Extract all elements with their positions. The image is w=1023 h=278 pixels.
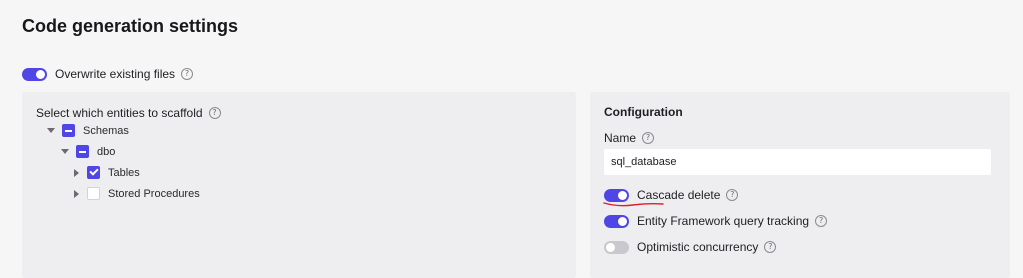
toggle-knob [606, 242, 615, 252]
chevron-right-icon[interactable] [74, 189, 79, 198]
toggle-knob [618, 216, 627, 226]
tree-node-label: Tables [108, 166, 140, 179]
entities-panel: Select which entities to scaffold ? Sche… [22, 92, 576, 278]
ef-tracking-label: Entity Framework query tracking [637, 214, 810, 228]
red-underline-annotation [603, 202, 664, 207]
question-circle-icon[interactable]: ? [764, 241, 777, 253]
name-input[interactable] [604, 149, 991, 175]
tree-node-stored-procedures[interactable]: Stored Procedures [72, 187, 200, 200]
optimistic-concurrency-toggle[interactable] [604, 240, 629, 254]
optimistic-concurrency-label: Optimistic concurrency [637, 240, 759, 254]
schemas-checkbox[interactable] [62, 124, 75, 137]
page-title: Code generation settings [22, 16, 239, 36]
optimistic-concurrency-setting: Optimistic concurrency ? [604, 240, 777, 254]
tables-checkbox[interactable] [87, 166, 100, 179]
overwrite-label: Overwrite existing files [55, 67, 176, 81]
question-circle-icon[interactable]: ? [642, 132, 655, 144]
chevron-down-icon[interactable] [47, 128, 55, 133]
name-label-text: Name [604, 131, 637, 145]
ef-tracking-setting: Entity Framework query tracking ? [604, 214, 828, 228]
tree-node-label: Stored Procedures [108, 187, 200, 200]
configuration-heading: Configuration [604, 105, 683, 119]
code-generation-settings-page: Code generation settings Overwrite exist… [0, 0, 1023, 278]
tree-node-dbo[interactable]: dbo [61, 145, 115, 158]
entities-heading: Select which entities to scaffold ? [36, 106, 221, 120]
question-circle-icon[interactable]: ? [208, 107, 221, 119]
chevron-right-icon[interactable] [74, 168, 79, 177]
configuration-panel: Configuration Name ? Cascade delete ? En… [590, 92, 1010, 278]
tree-node-label: dbo [97, 145, 116, 158]
overwrite-toggle[interactable] [22, 67, 47, 81]
tree-node-tables[interactable]: Tables [72, 166, 140, 179]
question-circle-icon[interactable]: ? [181, 68, 194, 80]
chevron-down-icon[interactable] [61, 149, 69, 154]
question-circle-icon[interactable]: ? [815, 215, 828, 227]
stored-procedures-checkbox[interactable] [87, 187, 100, 200]
question-circle-icon[interactable]: ? [726, 189, 739, 201]
entities-heading-text: Select which entities to scaffold [36, 106, 203, 120]
overwrite-setting: Overwrite existing files ? [22, 67, 194, 81]
toggle-knob [36, 69, 45, 79]
tree-node-label: Schemas [83, 124, 129, 137]
tree-node-schemas[interactable]: Schemas [47, 124, 129, 137]
ef-tracking-toggle[interactable] [604, 214, 629, 228]
dbo-checkbox[interactable] [76, 145, 89, 158]
name-field-label: Name ? [604, 131, 655, 145]
toggle-knob [618, 190, 627, 200]
